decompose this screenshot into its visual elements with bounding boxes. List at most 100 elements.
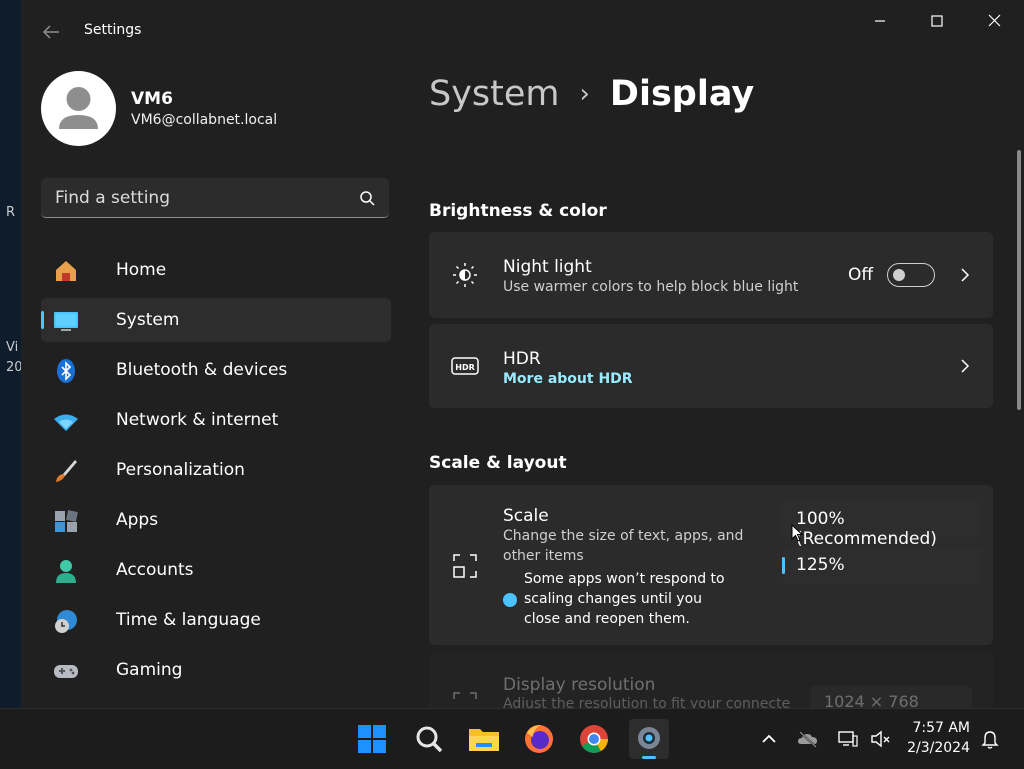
section-heading-brightness: Brightness & color	[429, 201, 607, 221]
scale-card: Scale Change the size of text, apps, and…	[429, 485, 993, 645]
file-explorer-icon	[469, 729, 499, 751]
toggle-knob	[893, 269, 905, 281]
maximize-icon	[931, 15, 943, 27]
scale-icon	[453, 554, 477, 578]
sidebar-item-label: System	[116, 310, 180, 330]
back-button[interactable]	[39, 20, 63, 44]
onedrive-icon[interactable]	[797, 728, 819, 750]
scale-info-text: Some apps won’t respond to scaling chang…	[524, 569, 744, 629]
night-light-toggle[interactable]	[887, 263, 935, 287]
sidebar-item-label: Accounts	[116, 560, 194, 580]
scale-option-label: 125%	[796, 555, 845, 575]
minimize-button[interactable]	[860, 8, 900, 34]
notification-bell-icon[interactable]	[979, 728, 1001, 750]
search-input[interactable]: Find a setting	[41, 178, 389, 218]
gamepad-icon	[54, 665, 78, 678]
breadcrumb: System › Display	[429, 74, 754, 114]
clock-time: 7:57 AM	[912, 720, 970, 736]
chrome-icon	[580, 725, 608, 753]
breadcrumb-separator: ›	[579, 79, 590, 109]
scale-title: Scale	[503, 506, 549, 526]
maximize-button[interactable]	[917, 8, 957, 34]
resolution-title: Display resolution	[503, 675, 656, 695]
desktop-background: R Vi 20	[0, 0, 23, 708]
hdr-icon: HDR	[451, 357, 479, 375]
close-icon	[988, 14, 1001, 27]
settings-taskbar-button[interactable]	[629, 719, 669, 759]
search-icon	[416, 726, 443, 753]
section-heading-scale-layout: Scale & layout	[429, 453, 567, 473]
settings-icon	[638, 727, 660, 749]
sidebar-item-label: Apps	[116, 510, 159, 530]
scale-option[interactable]: 100% (Recommended)	[782, 501, 982, 549]
bluetooth-icon	[57, 359, 75, 383]
home-icon	[56, 261, 76, 281]
sidebar-item-personalization[interactable]: Personalization	[41, 448, 391, 492]
scale-info-line: close and reopen them.	[524, 611, 690, 627]
sidebar-item-time-language[interactable]: Time & language	[41, 598, 391, 642]
user-silhouette-icon	[59, 87, 98, 129]
monitor-icon	[54, 312, 78, 331]
sidebar-item-apps[interactable]: Apps	[41, 498, 391, 542]
wifi-icon	[54, 414, 78, 431]
settings-window: Settings VM6 VM6@collabnet.local Find a …	[21, 0, 1024, 716]
scale-subtitle: other items	[503, 548, 584, 564]
page-title: Display	[609, 74, 755, 114]
night-light-title: Night light	[503, 257, 592, 277]
sidebar-item-label: Network & internet	[116, 410, 279, 430]
avatar[interactable]	[41, 71, 116, 146]
night-light-state-label: Off	[848, 265, 874, 285]
scale-info-line: Some apps won’t respond to	[524, 571, 725, 587]
back-arrow-icon	[42, 25, 59, 39]
night-light-subtitle: Use warmer colors to help block blue lig…	[503, 279, 799, 295]
sidebar-item-home[interactable]: Home	[41, 248, 391, 292]
windows-start-icon	[358, 725, 386, 753]
scrollbar[interactable]	[1017, 150, 1021, 410]
scale-subtitle: Change the size of text, apps, and	[503, 528, 744, 544]
mouse-cursor-icon	[791, 524, 803, 542]
info-icon	[503, 593, 517, 607]
person-icon	[56, 560, 76, 583]
main-content: System › Display Brightness & color Night …	[429, 62, 1004, 716]
breadcrumb-parent[interactable]: System	[429, 74, 560, 114]
scale-option-label: 100% (Recommended)	[796, 509, 937, 549]
firefox-icon	[525, 725, 553, 753]
sidebar-item-bluetooth[interactable]: Bluetooth & devices	[41, 348, 391, 392]
sidebar-item-label: Bluetooth & devices	[116, 360, 288, 380]
sidebar-item-network[interactable]: Network & internet	[41, 398, 391, 442]
chevron-up-icon[interactable]	[758, 728, 780, 750]
sidebar-item-system[interactable]: System	[41, 298, 391, 342]
volume-muted-icon[interactable]	[870, 728, 892, 750]
hdr-card[interactable]: HDR HDR More about HDR	[429, 324, 993, 408]
sidebar-item-gaming[interactable]: Gaming	[41, 648, 391, 692]
window-title: Settings	[84, 22, 142, 38]
night-light-card[interactable]: Night light Use warmer colors to help bl…	[429, 232, 993, 318]
desktop-text-fragment: Vi	[6, 340, 19, 355]
chrome-button[interactable]	[574, 719, 614, 759]
taskbar-search-button[interactable]	[409, 719, 449, 759]
network-icon[interactable]	[837, 728, 859, 750]
firefox-button[interactable]	[519, 719, 559, 759]
scale-info-line: scaling changes until you	[524, 591, 703, 607]
selection-indicator	[41, 311, 44, 329]
sidebar-item-label: Time & language	[116, 610, 261, 630]
taskbar: 7:57 AM 2/3/2024	[0, 708, 1024, 769]
active-app-indicator	[642, 756, 656, 759]
desktop-text-fragment: R	[6, 205, 16, 220]
globe-clock-icon	[55, 610, 77, 633]
start-button[interactable]	[352, 719, 392, 759]
brush-icon	[56, 460, 77, 482]
sidebar-item-accounts[interactable]: Accounts	[41, 548, 391, 592]
display-resolution-card[interactable]: Display resolution Adjust the resolution…	[429, 652, 993, 716]
scale-option-selected[interactable]: 125%	[782, 547, 982, 583]
clock-date: 2/3/2024	[907, 740, 970, 756]
user-email: VM6@collabnet.local	[131, 112, 278, 128]
sidebar: VM6 VM6@collabnet.local Find a setting H…	[21, 62, 411, 708]
system-clock[interactable]: 7:57 AM 2/3/2024	[900, 718, 970, 758]
hdr-more-link[interactable]: More about HDR	[503, 371, 633, 387]
close-button[interactable]	[974, 8, 1014, 34]
sidebar-item-label: Home	[116, 260, 167, 280]
search-icon	[360, 191, 375, 206]
sidebar-item-label: Personalization	[116, 460, 245, 480]
file-explorer-button[interactable]	[464, 719, 504, 759]
